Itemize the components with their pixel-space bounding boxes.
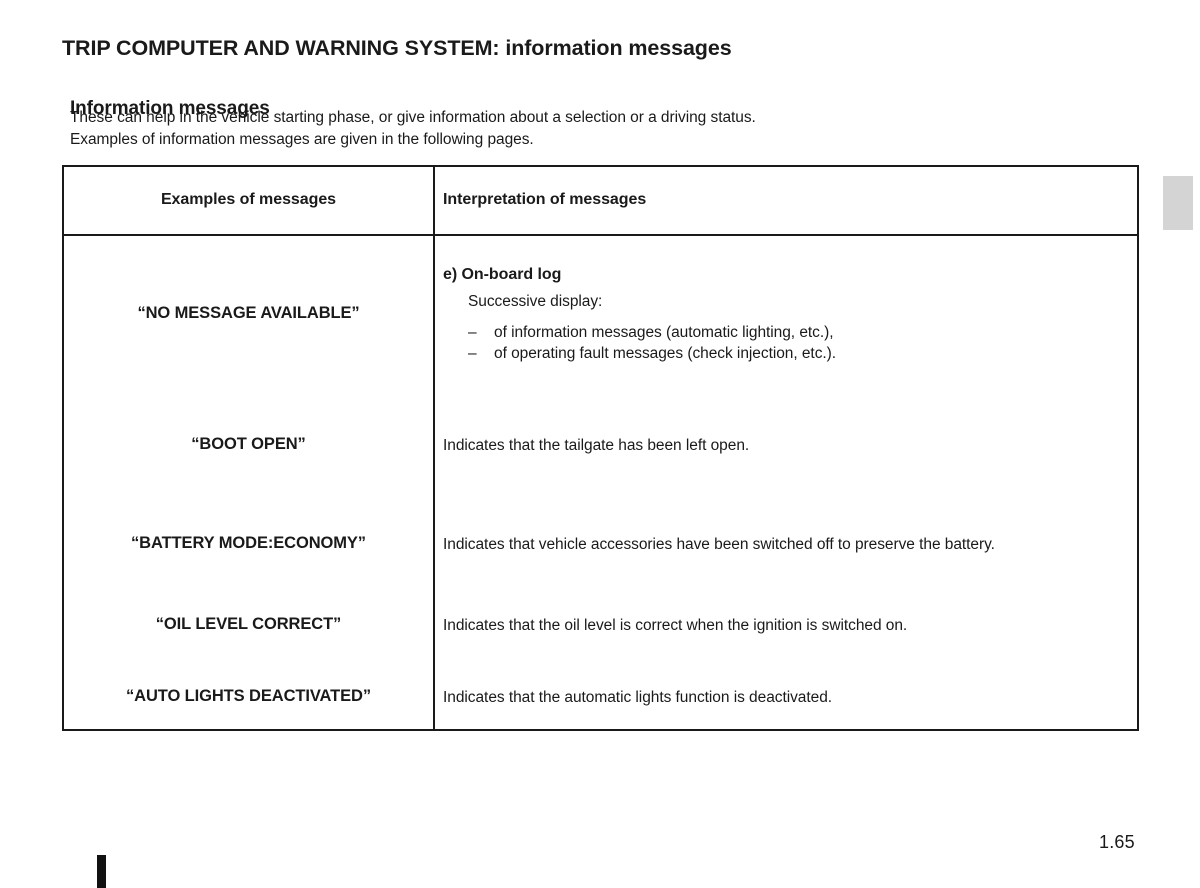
intro-line-2: Examples of information messages are giv… [70,130,534,148]
document-page: TRIP COMPUTER AND WARNING SYSTEM: inform… [0,0,1200,888]
message-label: “BOOT OPEN” [191,435,306,453]
message-label: “OIL LEVEL CORRECT” [155,615,342,633]
table-body: “NO MESSAGE AVAILABLE” e) On-board log S… [64,236,1137,729]
list-item: – of information messages (automatic ligh… [468,322,1131,343]
section-edge-tab [1163,176,1193,230]
interpretation-cell: Indicates that the oil level is correct … [443,617,908,634]
page-title-main: TRIP COMPUTER AND WARNING SYSTEM: [62,36,500,61]
intro-line-1: These can help in the vehicle starting p… [70,109,756,126]
page-title-sub: information messages [499,36,732,61]
interpretation-cell: Indicates that vehicle accessories have … [443,536,995,553]
column-header-examples: Examples of messages [160,191,337,208]
interpretation-cell: Indicates that the tailgate has been lef… [443,437,750,454]
column-header-interpretation: Interpretation of messages [443,191,647,208]
message-label: “AUTO LIGHTS DEACTIVATED” [125,687,371,705]
table-header-row: Examples of messages Interpretation of m… [64,167,1137,236]
registration-mark [97,855,106,888]
interpretation-cell: e) On-board log Successive display: – of … [443,266,1131,364]
section-intro: These can help in the vehicle starting p… [70,107,1140,150]
interpretation-cell: Indicates that the automatic lights func… [443,689,833,706]
list-item: – of operating fault messages (check inje… [468,343,1131,364]
list-item-label: of operating fault messages (check injec… [494,345,837,362]
interpretation-title: e) On-board log [443,266,562,283]
message-label: “BATTERY MODE:ECONOMY” [131,534,366,552]
interpretation-subtitle: Successive display: [468,293,603,310]
list-dash: – [468,324,477,341]
list-item-label: of information messages (automatic light… [494,324,834,341]
page-title: TRIP COMPUTER AND WARNING SYSTEM: inform… [62,34,1142,62]
messages-table: Examples of messages Interpretation of m… [62,165,1139,731]
page-number: 1.65 [1099,832,1135,852]
message-label: “NO MESSAGE AVAILABLE” [137,304,360,322]
list-dash: – [468,345,477,362]
interpretation-list: – of information messages (automatic ligh… [468,322,1131,364]
